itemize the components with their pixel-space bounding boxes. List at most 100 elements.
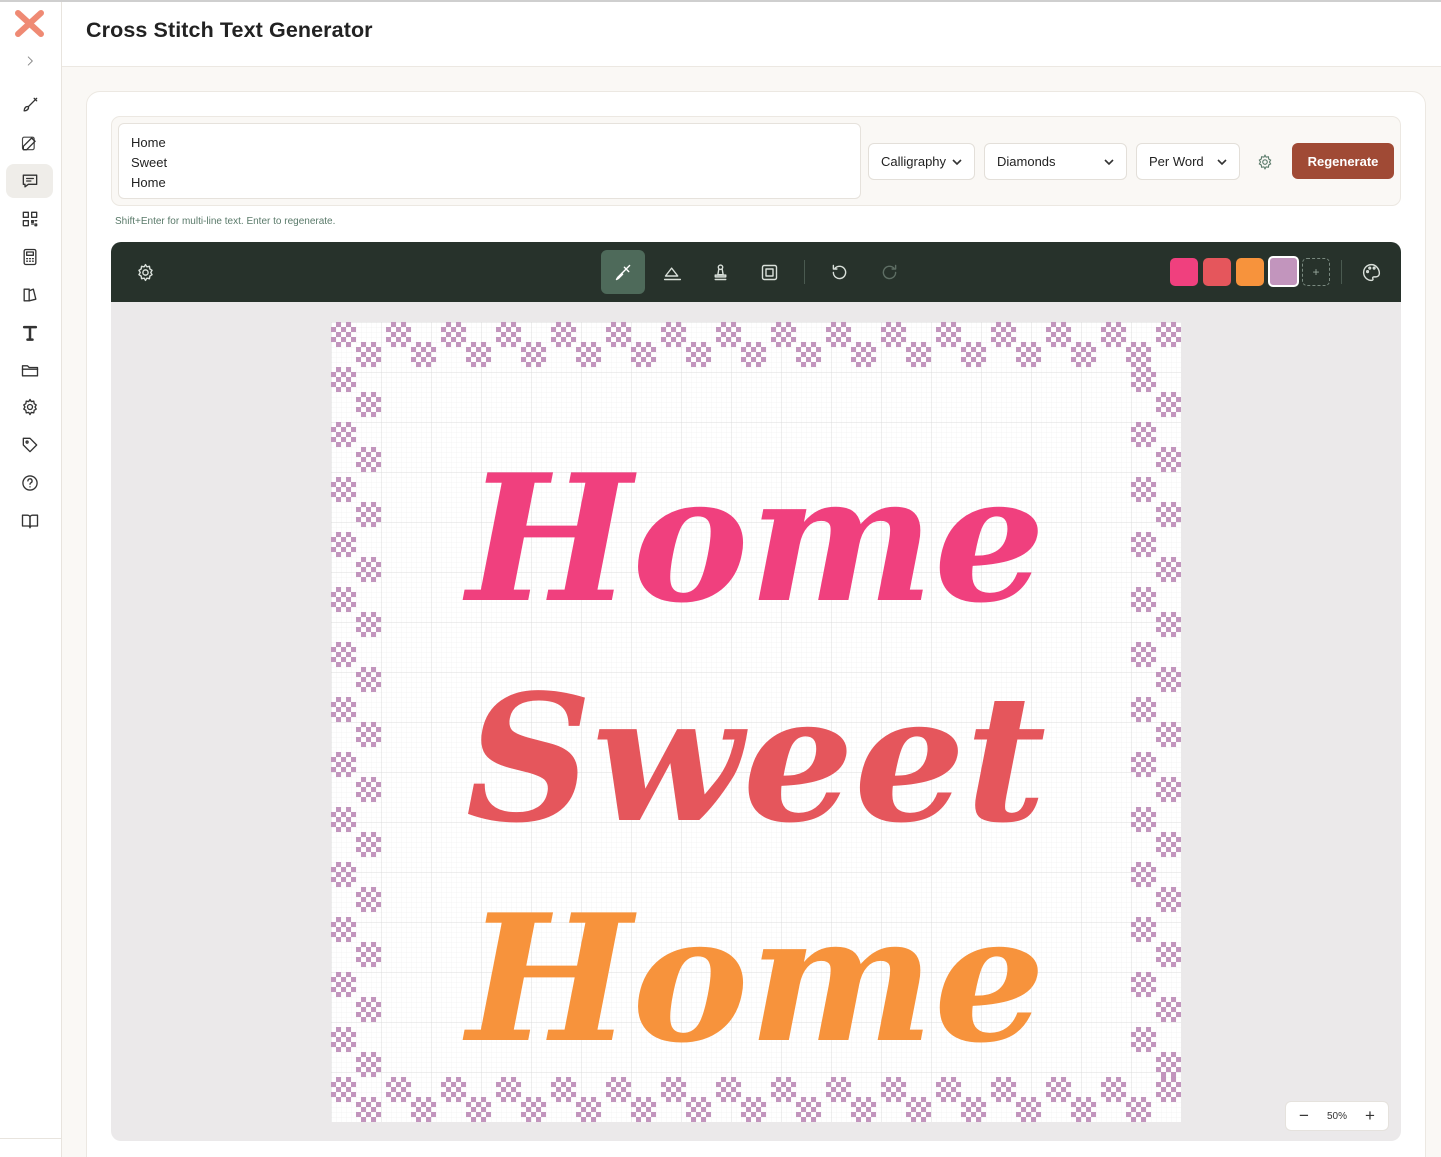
border-stitch	[1161, 612, 1166, 617]
zoom-out-button[interactable]: −	[1296, 1107, 1312, 1124]
chat-icon[interactable]	[6, 164, 53, 198]
settings-icon[interactable]	[6, 390, 53, 424]
border-stitch	[1166, 327, 1171, 332]
stamp-tool-icon[interactable]	[698, 250, 742, 294]
border-stitch	[361, 962, 366, 967]
border-stitch	[791, 1092, 796, 1097]
color-mode-select[interactable]: Per Word	[1136, 143, 1240, 180]
border-stitch	[816, 1102, 821, 1107]
border-stitch	[356, 957, 361, 962]
border-stitch	[376, 947, 381, 952]
brush-tool-icon[interactable]	[601, 250, 645, 294]
border-stitch	[1141, 547, 1146, 552]
border-stitch	[501, 332, 506, 337]
border-stitch	[571, 337, 576, 342]
border-stitch	[1171, 1052, 1176, 1057]
border-stitch	[581, 362, 586, 367]
border-stitch	[1156, 1012, 1161, 1017]
border-stitch	[1156, 1002, 1161, 1007]
border-stitch	[331, 822, 336, 827]
border-stitch	[1131, 372, 1136, 377]
border-stitch	[1146, 442, 1151, 447]
border-stitch	[341, 877, 346, 882]
editor-settings-icon[interactable]	[123, 250, 167, 294]
border-stitch	[856, 362, 861, 367]
qr-code-icon[interactable]	[6, 202, 53, 236]
border-stitch	[586, 1112, 591, 1117]
border-stitch	[831, 1097, 836, 1102]
border-stitch	[376, 452, 381, 457]
border-stitch	[376, 1067, 381, 1072]
border-stitch	[346, 817, 351, 822]
border-stitch	[681, 1092, 686, 1097]
border-stitch	[1136, 597, 1141, 602]
calculator-icon[interactable]	[6, 240, 53, 274]
border-stitch	[761, 347, 766, 352]
expand-chevron-icon[interactable]	[6, 44, 53, 78]
border-stitch	[581, 1097, 586, 1102]
help-icon[interactable]	[6, 466, 53, 500]
border-stitch	[886, 332, 891, 337]
border-stitch	[1136, 937, 1141, 942]
folder-icon[interactable]	[6, 353, 53, 387]
text-icon[interactable]	[6, 316, 53, 350]
border-stitch	[431, 1112, 436, 1117]
border-stitch	[976, 342, 981, 347]
color-swatch-coral[interactable]	[1203, 258, 1231, 286]
border-stitch	[1056, 1082, 1061, 1087]
border-stitch	[401, 1087, 406, 1092]
border-stitch	[361, 447, 366, 452]
border-stitch	[371, 392, 376, 397]
border-select[interactable]: Diamonds	[984, 143, 1127, 180]
layers-icon[interactable]	[6, 278, 53, 312]
undo-icon[interactable]	[817, 250, 861, 294]
border-stitch	[371, 612, 376, 617]
border-stitch	[1011, 1082, 1016, 1087]
border-stitch	[881, 337, 886, 342]
border-stitch	[341, 922, 346, 927]
book-icon[interactable]	[6, 504, 53, 538]
border-stitch	[516, 1092, 521, 1097]
zoom-in-button[interactable]: +	[1362, 1107, 1378, 1124]
brush-icon[interactable]	[6, 88, 53, 122]
font-select[interactable]: Calligraphy	[868, 143, 975, 180]
regenerate-button[interactable]: Regenerate	[1292, 143, 1394, 179]
options-gear-icon[interactable]	[1253, 150, 1277, 174]
border-stitch	[831, 342, 836, 347]
border-stitch	[1146, 532, 1151, 537]
app-logo[interactable]	[13, 9, 47, 37]
border-stitch	[1126, 1112, 1131, 1117]
border-stitch	[966, 352, 971, 357]
tag-icon[interactable]	[6, 428, 53, 462]
border-select-value: Diamonds	[997, 154, 1056, 169]
border-stitch	[1136, 817, 1141, 822]
border-stitch	[351, 647, 356, 652]
border-stitch	[1031, 1117, 1036, 1122]
color-swatch-mauve[interactable]	[1268, 256, 1299, 287]
border-stitch	[886, 1097, 891, 1102]
border-stitch	[331, 977, 336, 982]
border-stitch	[361, 997, 366, 1002]
frame-tool-icon[interactable]	[747, 250, 791, 294]
text-input[interactable]: Home Sweet Home	[118, 123, 861, 199]
border-stitch	[1141, 602, 1146, 607]
border-stitch	[351, 1032, 356, 1037]
border-stitch	[351, 767, 356, 772]
palette-icon[interactable]	[1349, 250, 1393, 294]
border-stitch	[341, 492, 346, 497]
border-stitch	[471, 1107, 476, 1112]
border-stitch	[361, 632, 366, 637]
border-stitch	[991, 337, 996, 342]
color-swatch-orange[interactable]	[1236, 258, 1264, 286]
edit-icon[interactable]	[6, 126, 53, 160]
border-stitch	[376, 1102, 381, 1107]
redo-icon[interactable]	[867, 250, 911, 294]
border-stitch	[946, 1092, 951, 1097]
add-color-button[interactable]: +	[1302, 258, 1330, 286]
eraser-tool-icon[interactable]	[650, 250, 694, 294]
border-stitch	[336, 532, 341, 537]
color-swatch-pink[interactable]	[1170, 258, 1198, 286]
cross-stitch-pattern[interactable]: Home Sweet Home	[331, 322, 1181, 1122]
border-stitch	[376, 517, 381, 522]
border-stitch	[576, 357, 581, 362]
